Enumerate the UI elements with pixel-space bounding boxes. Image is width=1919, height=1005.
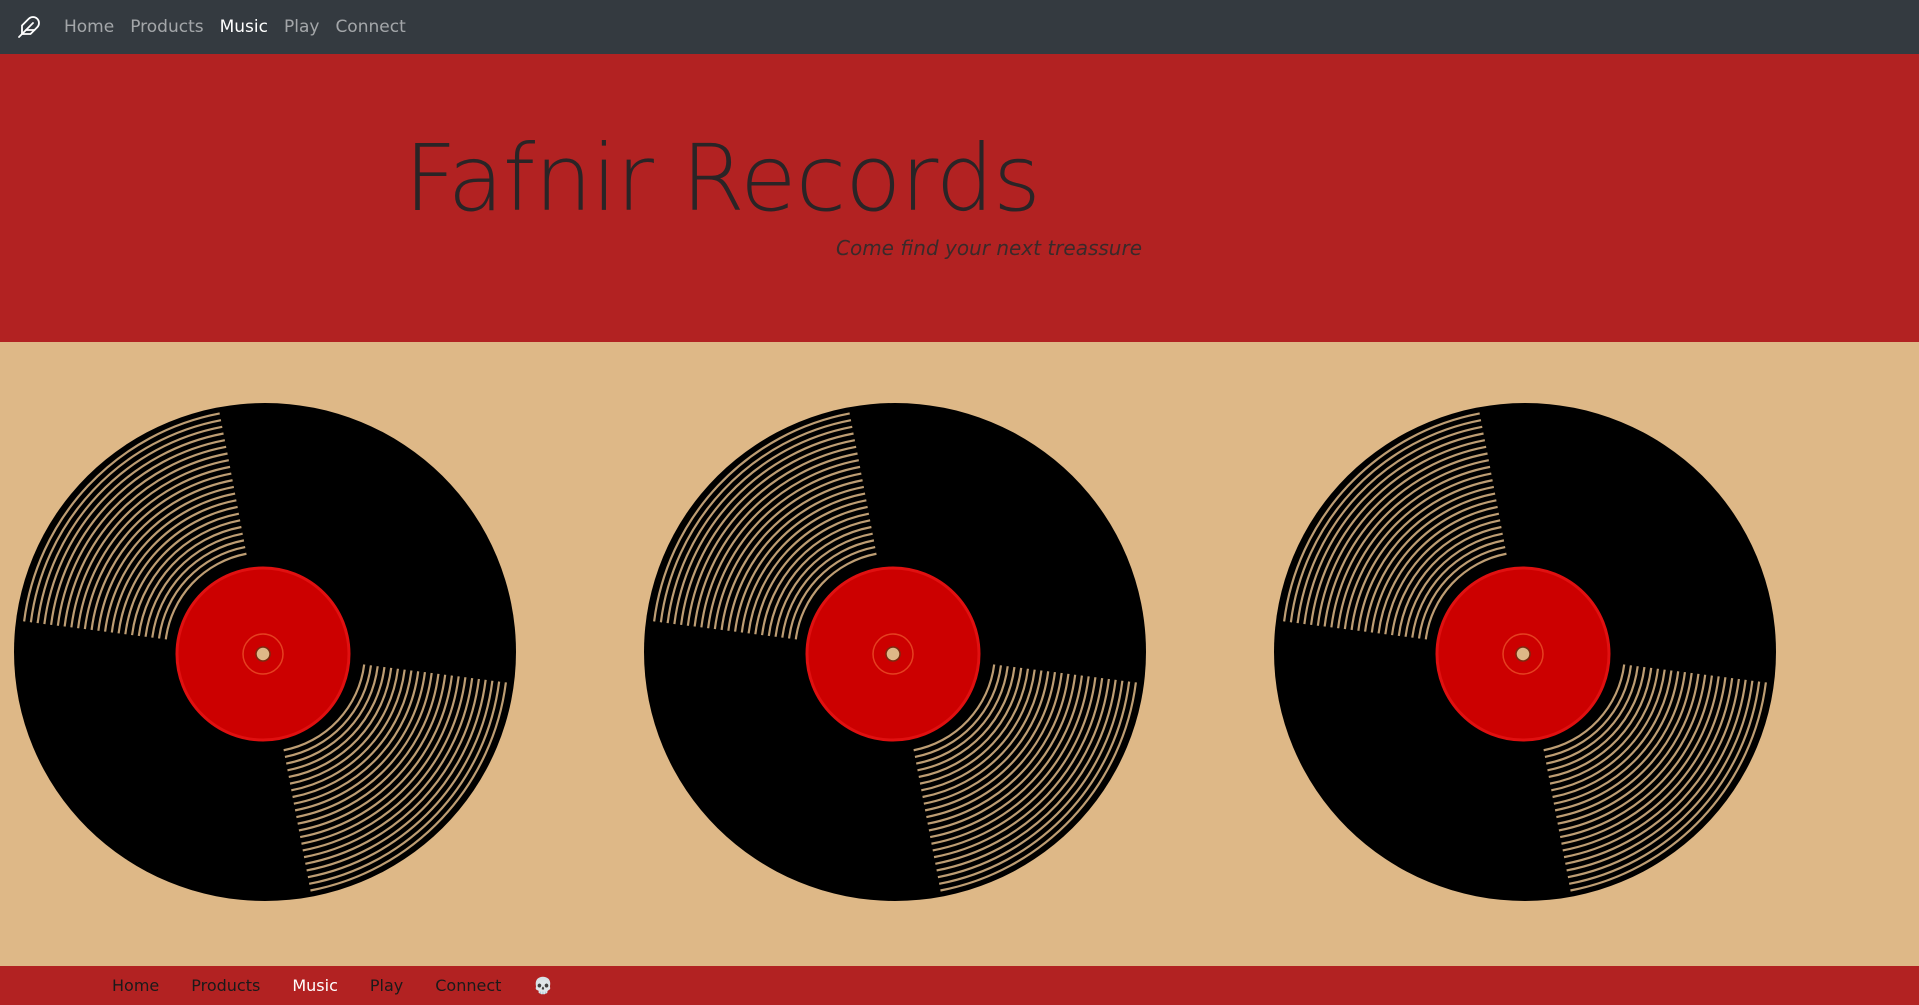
top-nav-links: Home Products Music Play Connect: [64, 0, 422, 54]
footer-nav-home[interactable]: Home: [112, 976, 159, 995]
footer-nav-music[interactable]: Music: [292, 976, 338, 995]
vinyl-record-icon: [642, 402, 1148, 902]
records-section: [0, 342, 1919, 966]
top-nav-music[interactable]: Music: [220, 0, 268, 54]
page-subtitle: Come find your next treassure: [836, 236, 1143, 260]
vinyl-record-graphic: [14, 403, 516, 901]
page-title: Fafnir Records: [404, 125, 1041, 232]
hero-banner: Fafnir Records Come find your next treas…: [0, 54, 1919, 342]
top-navbar: Home Products Music Play Connect: [0, 0, 1919, 54]
vinyl-record-icon: [1272, 402, 1778, 902]
vinyl-record-graphic: [1274, 403, 1776, 901]
footer-nav-products[interactable]: Products: [191, 976, 260, 995]
top-nav-products[interactable]: Products: [130, 0, 203, 54]
footer-navbar: Home Products Music Play Connect 💀: [0, 966, 1919, 1005]
footer-nav-connect[interactable]: Connect: [435, 976, 501, 995]
top-nav-home[interactable]: Home: [64, 0, 114, 54]
skull-icon[interactable]: 💀: [533, 976, 553, 995]
vinyl-record-graphic: [644, 403, 1146, 901]
footer-nav-play[interactable]: Play: [370, 976, 403, 995]
top-nav-play[interactable]: Play: [284, 0, 319, 54]
top-nav-connect[interactable]: Connect: [335, 0, 405, 54]
vinyl-record-icon: [12, 402, 518, 902]
feather-icon[interactable]: [14, 12, 44, 42]
